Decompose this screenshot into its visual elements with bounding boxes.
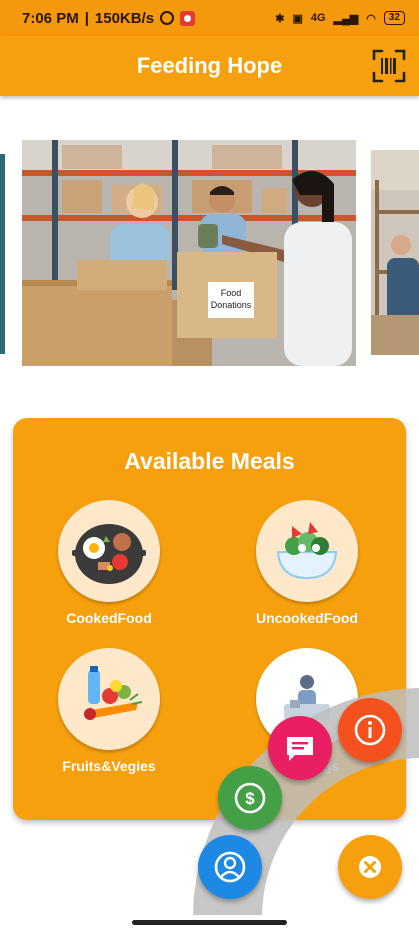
close-menu-button[interactable] <box>338 835 402 899</box>
meal-item-uncooked-food[interactable]: UncookedFood <box>237 500 377 626</box>
signal-icon: ▂▄▆ <box>333 12 359 25</box>
available-meals-title: Available Meals <box>124 448 295 474</box>
svg-text:Donations: Donations <box>211 300 252 310</box>
screen: 7:06 PM | 150KB/s ✱ ▣ 4G ▂▄▆ ◠ 32 Feedin… <box>0 0 419 933</box>
available-meals-card: Available Meals CookedFood UncookedFood … <box>13 418 406 820</box>
vibrate-icon: ▣ <box>292 12 303 25</box>
carousel-prev-slide[interactable] <box>0 154 5 354</box>
meal-label-fruits-vegies: Fruits&Vegies <box>62 758 156 774</box>
barcode-scan-button[interactable] <box>371 48 407 84</box>
svg-text:Food: Food <box>221 288 242 298</box>
meal-label-uncooked-food: UncookedFood <box>256 610 358 626</box>
fruits-vegies-icon <box>58 648 160 750</box>
info-icon <box>354 714 386 746</box>
info-button[interactable] <box>338 698 402 762</box>
status-bar: 7:06 PM | 150KB/s ✱ ▣ 4G ▂▄▆ ◠ 32 <box>0 0 419 36</box>
profile-button[interactable] <box>198 835 262 899</box>
network-type: 4G <box>310 12 326 24</box>
meal-item-cooked-food[interactable]: CookedFood <box>39 500 179 626</box>
next-slide-photo <box>371 150 419 355</box>
chat-icon <box>287 737 313 761</box>
barcode-scan-icon <box>372 49 406 83</box>
image-carousel[interactable]: Food Donations <box>0 140 419 366</box>
app-bar: Feeding Hope <box>0 36 419 96</box>
bluetooth-icon: ✱ <box>275 12 285 25</box>
meal-label-cooked-food: CookedFood <box>66 610 152 626</box>
dollar-icon: $ <box>234 782 266 814</box>
carousel-next-slide[interactable] <box>371 150 419 355</box>
svg-text:$: $ <box>245 789 255 808</box>
uncooked-food-icon <box>256 500 358 602</box>
meal-item-fruits-vegies[interactable]: Fruits&Vegies <box>39 648 179 774</box>
system-home-indicator[interactable] <box>132 920 287 925</box>
alarm-icon <box>160 11 175 25</box>
status-time: 7:06 PM <box>22 9 79 27</box>
status-speed: 150KB/s <box>94 9 155 27</box>
close-icon <box>359 856 381 878</box>
donate-button[interactable]: $ <box>218 766 282 830</box>
cooked-food-icon <box>58 500 160 602</box>
screen-record-icon <box>180 10 196 26</box>
carousel-main-slide[interactable]: Food Donations <box>22 140 356 366</box>
app-title: Feeding Hope <box>136 53 283 78</box>
warehouse-donation-photo: Food Donations <box>22 140 356 366</box>
chat-button[interactable] <box>268 716 332 780</box>
profile-icon <box>214 851 246 883</box>
battery-icon: 32 <box>383 11 405 25</box>
wifi-icon: ◠ <box>366 12 376 25</box>
